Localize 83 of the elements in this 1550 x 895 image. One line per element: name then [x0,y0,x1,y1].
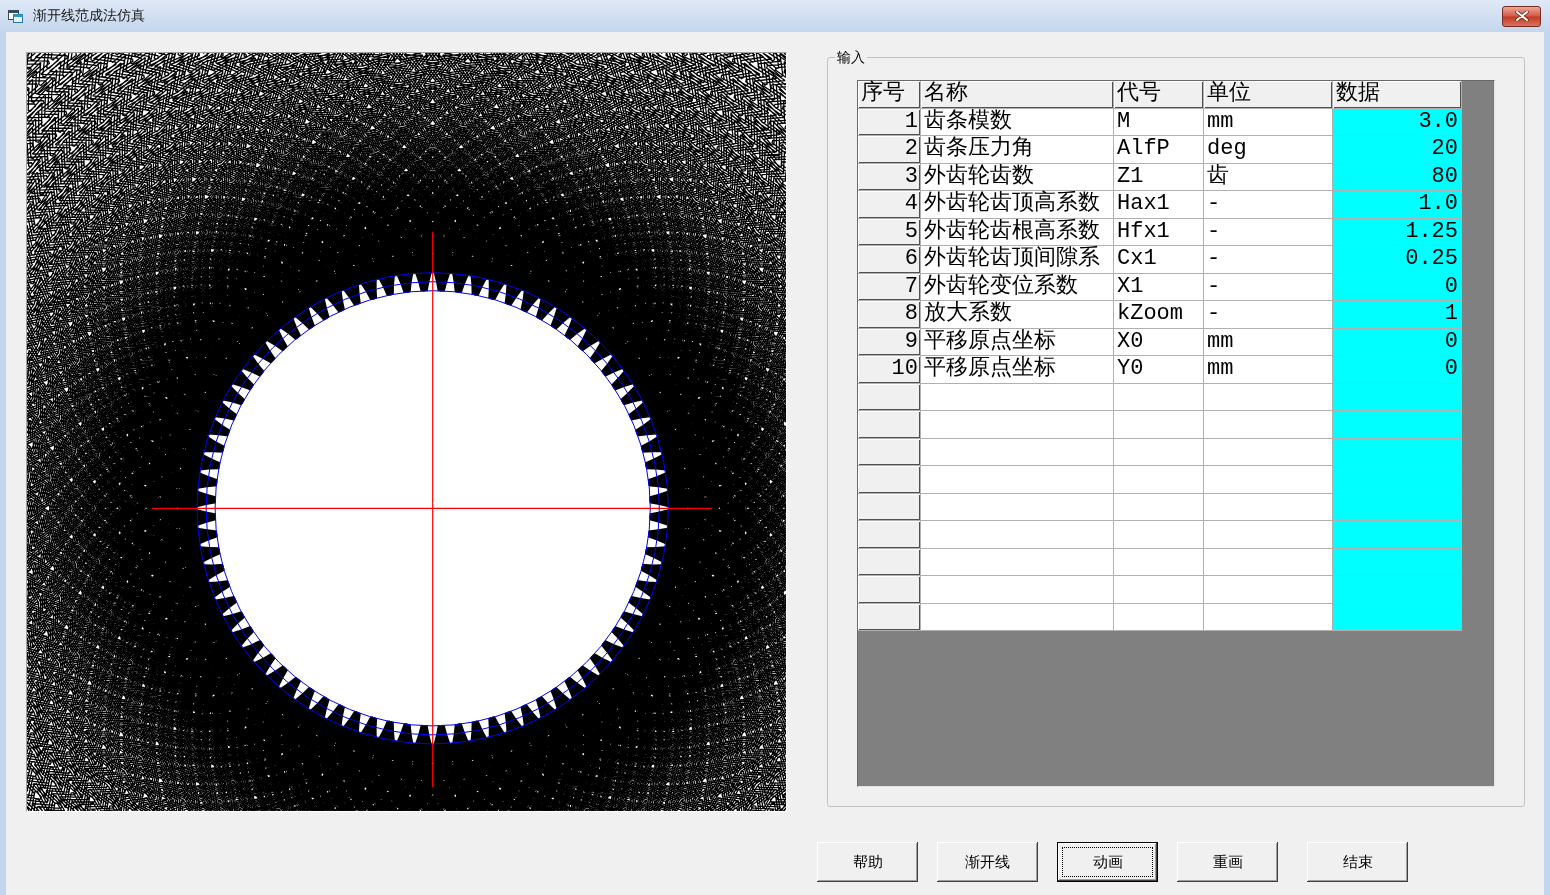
group-label: 输入 [836,49,866,65]
row-header: 3 [858,163,920,190]
table-cell: 外齿轮齿顶高系数 [921,191,1113,218]
close-button[interactable] [1502,5,1541,27]
table-cell: 齿条模数 [921,108,1113,135]
table-cell: 外齿轮齿根高系数 [921,218,1113,245]
table-cell: Z1 [1114,163,1203,190]
table-cell: kZoom [1114,301,1203,328]
help-button[interactable]: 帮助 [817,842,918,882]
value-cell[interactable]: 1.25 [1333,218,1461,245]
table-cell: - [1204,301,1332,328]
table-cell: 平移原点坐标 [921,356,1113,383]
window-icon [8,9,23,23]
row-header: 5 [858,218,920,245]
row-header [858,576,920,603]
table-cell: 外齿轮齿数 [921,163,1113,190]
column-header: 数据 [1333,81,1461,108]
animate-button[interactable]: 动画 [1057,842,1158,882]
row-header: 9 [858,328,920,355]
value-cell[interactable]: 0 [1333,356,1461,383]
value-cell[interactable] [1333,548,1461,575]
row-header: 1 [858,108,920,135]
table-cell: - [1204,191,1332,218]
table-cell: - [1204,246,1332,273]
row-header: 10 [858,356,920,383]
involute-button[interactable]: 渐开线 [937,842,1038,882]
value-cell[interactable]: 0 [1333,328,1461,355]
table-cell: mm [1204,108,1332,135]
table-cell: Hfx1 [1114,218,1203,245]
table-cell: - [1204,273,1332,300]
row-header [858,548,920,575]
row-header [858,493,920,520]
value-cell[interactable] [1333,466,1461,493]
table-cell: X0 [1114,328,1203,355]
value-cell[interactable] [1333,411,1461,438]
table-cell: 齿 [1204,163,1332,190]
value-cell[interactable] [1333,493,1461,520]
table-cell: Hax1 [1114,191,1203,218]
row-header [858,411,920,438]
table-cell: deg [1204,136,1332,163]
value-cell[interactable]: 0 [1333,273,1461,300]
table-cell: 外齿轮变位系数 [921,273,1113,300]
redraw-button[interactable]: 重画 [1177,842,1278,882]
row-header: 7 [858,273,920,300]
table-cell: mm [1204,328,1332,355]
value-cell[interactable] [1333,383,1461,410]
table-cell: 平移原点坐标 [921,328,1113,355]
row-header [858,521,920,548]
value-cell[interactable]: 80 [1333,163,1461,190]
row-header: 2 [858,136,920,163]
column-header: 序号 [858,81,920,108]
value-cell[interactable]: 20 [1333,136,1461,163]
column-header: 单位 [1204,81,1332,108]
table-cell: 放大系数 [921,301,1113,328]
value-cell[interactable] [1333,438,1461,465]
column-header: 代号 [1114,81,1203,108]
table-cell: M [1114,108,1203,135]
column-header: 名称 [921,81,1113,108]
row-header [858,603,920,630]
table-cell: - [1204,218,1332,245]
table-cell: mm [1204,356,1332,383]
value-cell[interactable]: 0.25 [1333,246,1461,273]
close-icon [1514,11,1529,21]
table-cell: AlfP [1114,136,1203,163]
row-header: 6 [858,246,920,273]
exit-button[interactable]: 结束 [1307,842,1408,882]
row-header [858,383,920,410]
row-header: 8 [858,301,920,328]
table-cell: 齿条压力角 [921,136,1113,163]
value-cell[interactable]: 3.0 [1333,108,1461,135]
value-cell[interactable]: 1.0 [1333,191,1461,218]
row-header [858,438,920,465]
window-title: 渐开线范成法仿真 [33,7,146,25]
value-cell[interactable] [1333,521,1461,548]
row-header: 4 [858,191,920,218]
table-cell: Cx1 [1114,246,1203,273]
row-header [858,466,920,493]
value-cell[interactable] [1333,576,1461,603]
table-cell: 外齿轮齿顶间隙系 [921,246,1113,273]
table-cell: X1 [1114,273,1203,300]
table-cell: Y0 [1114,356,1203,383]
value-cell[interactable] [1333,603,1461,630]
value-cell[interactable]: 1 [1333,301,1461,328]
